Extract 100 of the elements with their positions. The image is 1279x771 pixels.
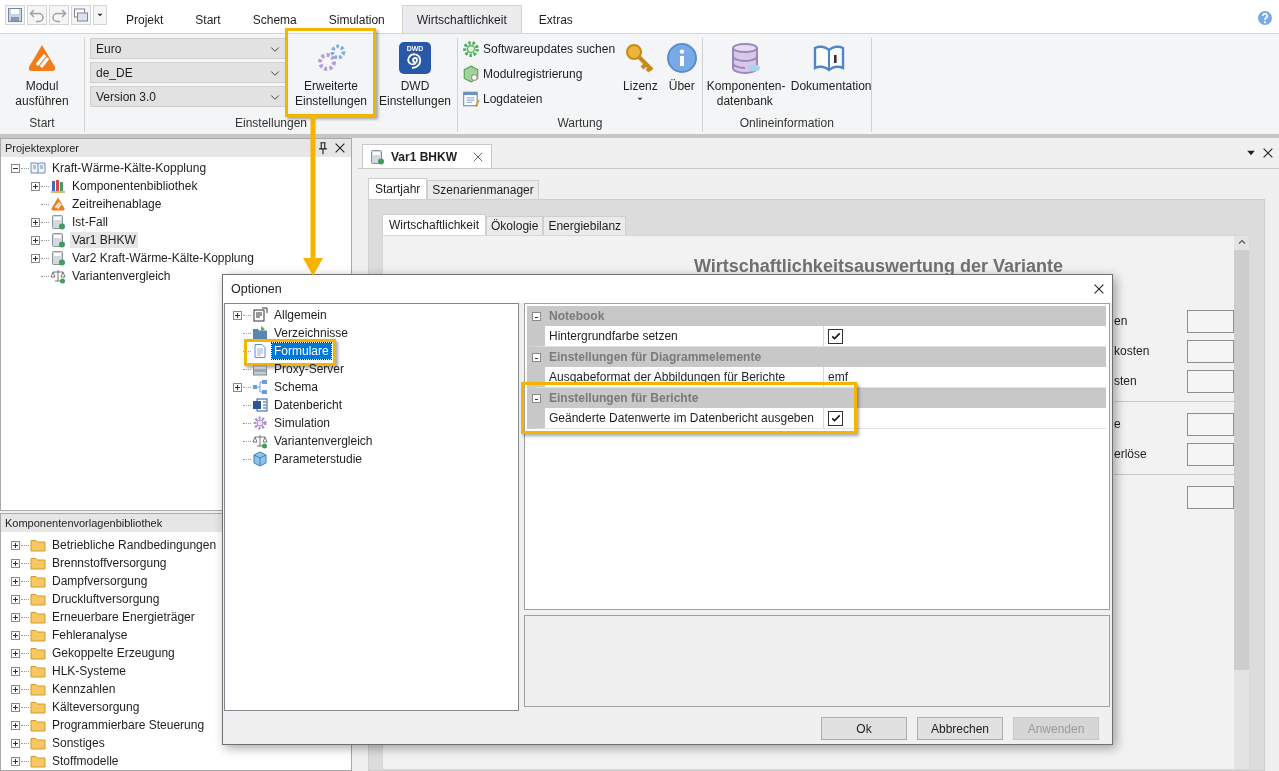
input-field[interactable]	[1187, 485, 1234, 509]
expander[interactable]	[11, 648, 20, 658]
expander[interactable]	[11, 684, 20, 694]
tab[interactable]: Wirtschaftlichkeit	[382, 214, 487, 235]
property-value[interactable]: emf	[828, 370, 848, 384]
group-label: Start	[28, 116, 56, 132]
ribbon-button[interactable]: Logdateien	[460, 88, 618, 110]
input-field[interactable]	[1187, 309, 1234, 333]
scrollbar[interactable]	[1234, 236, 1249, 769]
ribbon-tab[interactable]: Simulation	[313, 5, 400, 33]
dialog-button[interactable]: Abbrechen	[917, 717, 1003, 740]
expander[interactable]	[11, 756, 20, 766]
ribbon-button[interactable]: Softwareupdates suchen	[460, 38, 618, 60]
tree-item[interactable]: Ist-Fall	[70, 214, 110, 230]
close-icon[interactable]	[1261, 146, 1275, 160]
expander[interactable]	[11, 576, 20, 586]
tree-item[interactable]: Komponentenbibliothek	[70, 178, 200, 194]
input-field[interactable]	[1187, 339, 1234, 363]
expander[interactable]	[11, 163, 20, 173]
tree-item[interactable]: Brennstoffversorgung	[50, 555, 169, 571]
tree-item[interactable]: Fehleranalyse	[50, 627, 130, 643]
expander[interactable]	[233, 310, 242, 320]
expander[interactable]	[11, 594, 20, 604]
ribbon-button[interactable]: Komponenten-datenbank	[704, 38, 785, 109]
group-label: Wartung	[556, 116, 604, 132]
tree-item[interactable]: Verzeichnisse	[272, 325, 351, 341]
pin-icon[interactable]	[316, 141, 330, 155]
expander[interactable]	[31, 217, 40, 227]
dialog-button[interactable]: Ok	[821, 717, 907, 740]
field-label: kosten	[1114, 344, 1151, 358]
tree-item[interactable]: Formulare	[272, 343, 331, 359]
expander[interactable]	[11, 540, 20, 550]
expander[interactable]	[31, 235, 40, 245]
tab[interactable]: Szenarienmanager	[427, 180, 539, 199]
close-icon[interactable]	[333, 141, 347, 155]
ribbon-button[interactable]: Erweiterte Einstellungen	[291, 38, 371, 109]
expander[interactable]	[531, 311, 541, 321]
tree-item[interactable]: Simulation	[272, 415, 333, 431]
ribbon-tab[interactable]: Schema	[237, 5, 312, 33]
tree-item[interactable]: HLK-Systeme	[50, 663, 129, 679]
tree-item[interactable]: Datenbericht	[272, 397, 345, 413]
tree-item[interactable]: Proxy-Server	[272, 361, 346, 377]
tree-item[interactable]: Kälteversorgung	[50, 699, 142, 715]
ribbon-button[interactable]: Über	[663, 38, 700, 94]
tree-item[interactable]: Var2 Kraft-Wärme-Kälte-Kopplung	[70, 250, 256, 266]
close-icon[interactable]	[1092, 282, 1106, 296]
ribbon-tab[interactable]: Extras	[523, 5, 588, 33]
tree-item[interactable]: Gekoppelte Erzeugung	[50, 645, 177, 661]
ribbon-tab[interactable]: Wirtschaftlichkeit	[401, 5, 522, 33]
tree-item[interactable]: Sonstiges	[50, 735, 107, 751]
expander[interactable]	[11, 630, 20, 640]
tab[interactable]: Startjahr	[368, 178, 428, 199]
tab[interactable]: Ökologie	[486, 216, 544, 235]
save-icon[interactable]	[7, 7, 23, 23]
tree-item[interactable]: Dampfversorgung	[50, 573, 150, 589]
dropdown[interactable]: Version 3.0	[90, 86, 287, 107]
checkbox[interactable]	[828, 328, 843, 344]
expander[interactable]	[233, 382, 242, 392]
tree-item[interactable]: Allgemein	[272, 307, 329, 323]
tree-item[interactable]: Programmierbare Steuerung	[50, 717, 207, 733]
ribbon-button[interactable]: Modul ausführen	[2, 38, 82, 109]
expander[interactable]	[31, 253, 40, 263]
tree-item[interactable]: Druckluftversorgung	[50, 591, 162, 607]
tree-item[interactable]: Betriebliche Randbedingungen	[50, 537, 219, 553]
expander[interactable]	[11, 612, 20, 622]
ribbon-button[interactable]: Dokumentation	[788, 38, 869, 94]
expander[interactable]	[531, 393, 541, 403]
expander[interactable]	[11, 558, 20, 568]
expander[interactable]	[531, 352, 541, 362]
expander[interactable]	[11, 720, 20, 730]
window-list-icon[interactable]	[73, 7, 89, 23]
expander[interactable]	[11, 738, 20, 748]
tree-item[interactable]: Variantenvergleich	[70, 268, 173, 284]
expander[interactable]	[11, 666, 20, 676]
input-field[interactable]	[1187, 369, 1234, 393]
folder-icon	[30, 627, 46, 643]
checkbox[interactable]	[828, 410, 843, 426]
tree-item[interactable]: Zeitreihenablage	[70, 196, 164, 212]
tree-item[interactable]: Variantenvergleich	[272, 433, 375, 449]
field-label: erlöse	[1114, 447, 1148, 461]
tree-item[interactable]: Parameterstudie	[272, 451, 365, 467]
dialog-title: Optionen	[231, 282, 282, 296]
input-field[interactable]	[1187, 442, 1234, 466]
document-tab[interactable]: Var1 BHKW	[362, 144, 493, 168]
tree-item[interactable]: Erneuerbare Energieträger	[50, 609, 197, 625]
tree-item[interactable]: Var1 BHKW	[70, 232, 138, 248]
ribbon-tab[interactable]: Start	[180, 5, 236, 33]
tree-item[interactable]: Schema	[272, 379, 321, 395]
tree-item[interactable]: Kraft-Wärme-Kälte-Kopplung	[50, 160, 209, 176]
tree-item[interactable]: Stoffmodelle	[50, 753, 121, 769]
dropdown[interactable]: Euro	[90, 38, 287, 59]
ribbon-button[interactable]: Modulregistrierung	[460, 63, 618, 85]
expander[interactable]	[31, 181, 40, 191]
tree-item[interactable]: Kennzahlen	[50, 681, 118, 697]
ribbon-tab[interactable]: Projekt	[111, 5, 179, 33]
ribbon-button[interactable]: Lizenz	[621, 38, 660, 104]
tab[interactable]: Energiebilanz	[543, 216, 627, 235]
expander[interactable]	[11, 702, 20, 712]
dropdown[interactable]: de_DE	[90, 62, 287, 83]
input-field[interactable]	[1187, 412, 1234, 436]
